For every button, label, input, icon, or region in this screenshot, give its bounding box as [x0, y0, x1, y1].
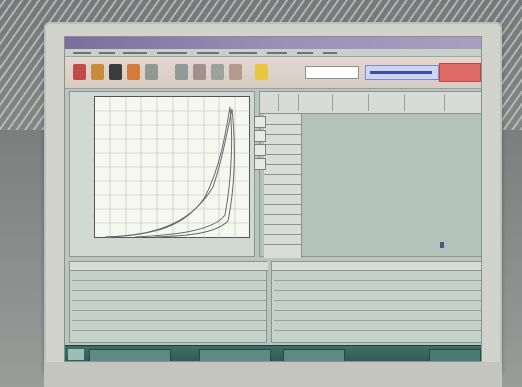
grid-column[interactable]: [444, 94, 481, 111]
menu-item[interactable]: [99, 52, 115, 54]
open-file-icon[interactable]: [91, 64, 104, 80]
menu-item[interactable]: [267, 52, 287, 54]
status-badge[interactable]: [439, 63, 481, 82]
system-clock: [429, 349, 481, 361]
select-icon[interactable]: [254, 130, 266, 142]
zoom-icon[interactable]: [211, 64, 224, 80]
monitor-screen: [64, 36, 482, 362]
mouse-cursor: [440, 242, 444, 248]
grid-column[interactable]: [278, 94, 299, 111]
menu-item[interactable]: [73, 52, 91, 54]
grid-column[interactable]: [404, 94, 445, 111]
mode-select[interactable]: [305, 66, 359, 79]
run-icon[interactable]: [109, 64, 122, 80]
chart-icon[interactable]: [127, 64, 140, 80]
delete-row-icon[interactable]: [254, 158, 266, 170]
monitor-base: [44, 362, 502, 387]
graph-panel: [69, 91, 255, 257]
menu-item[interactable]: [297, 52, 313, 54]
curve-series: [104, 106, 231, 238]
menu-item[interactable]: [197, 52, 219, 54]
new-file-icon[interactable]: [73, 64, 86, 80]
grid-column[interactable]: [298, 94, 333, 111]
grid-column[interactable]: [368, 94, 405, 111]
line-chart: [95, 97, 251, 239]
taskbar-item[interactable]: [199, 349, 271, 361]
data-grid: [254, 91, 481, 258]
app-logo-text: [370, 71, 432, 74]
taskbar-item[interactable]: [89, 349, 171, 361]
edit-icon[interactable]: [193, 64, 206, 80]
app-logo: [365, 65, 439, 80]
statistics-panel: [271, 261, 481, 343]
toolbar: [65, 57, 481, 89]
help-icon[interactable]: [255, 64, 268, 80]
grid-header: [260, 92, 481, 114]
grid-side-tools: [254, 116, 266, 176]
start-button[interactable]: [68, 349, 84, 360]
insert-row-icon[interactable]: [254, 144, 266, 156]
curve-series: [104, 108, 233, 238]
menu-item[interactable]: [157, 52, 187, 54]
grid-column[interactable]: [264, 94, 279, 111]
pointer-icon[interactable]: [254, 116, 266, 128]
taskbar: [65, 345, 481, 361]
menu-item[interactable]: [323, 52, 337, 54]
parameters-panel-title: [70, 262, 268, 271]
print-icon[interactable]: [229, 64, 242, 80]
menu-bar: [65, 49, 481, 57]
taskbar-item[interactable]: [283, 349, 345, 361]
settings-icon[interactable]: [175, 64, 188, 80]
parameters-panel: [69, 261, 268, 343]
menu-item[interactable]: [123, 52, 147, 54]
plot-area[interactable]: [94, 96, 251, 239]
menu-item[interactable]: [229, 52, 257, 54]
table-icon[interactable]: [145, 64, 158, 80]
statistics-panel-title: [272, 262, 481, 271]
grid-column[interactable]: [332, 94, 369, 111]
window-title-bar[interactable]: [65, 37, 481, 49]
row-number-column: [264, 114, 302, 258]
